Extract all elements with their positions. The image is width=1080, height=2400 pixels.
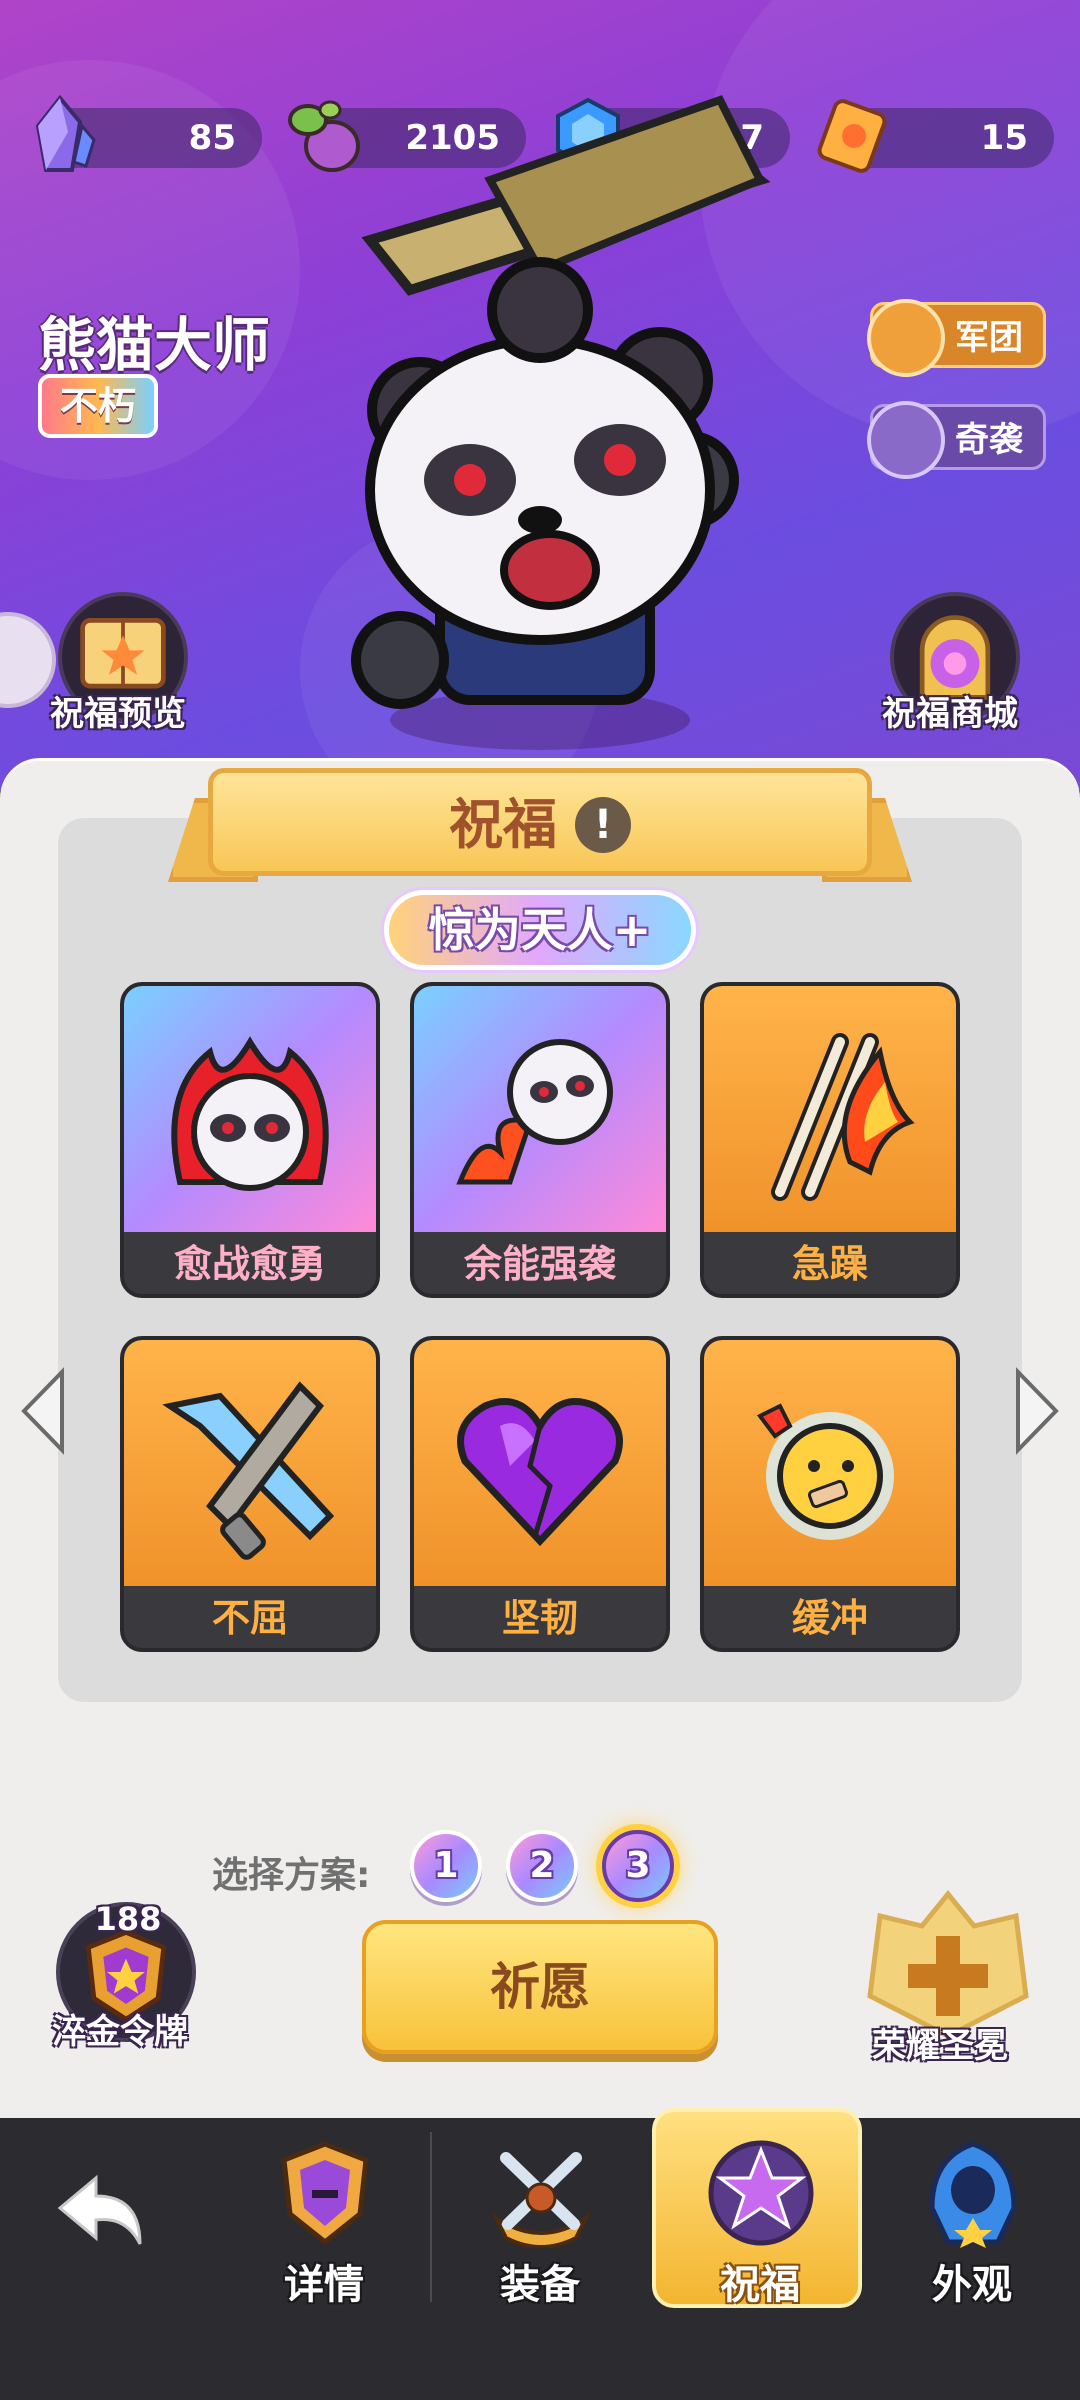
back-arrow-icon[interactable]: [52, 2172, 148, 2252]
next-arrow-icon[interactable]: [1012, 1366, 1062, 1456]
raid-button[interactable]: 奇袭: [867, 401, 1046, 479]
nav-label: 详情: [284, 2262, 364, 2308]
nav-item-appearance[interactable]: 外观: [872, 2132, 1072, 2332]
glory-crown-label: 荣耀圣冕: [872, 2026, 1008, 2066]
info-icon[interactable]: !: [575, 797, 631, 854]
pray-button[interactable]: 祈愿: [362, 1920, 718, 2054]
plan-option-3[interactable]: 3: [602, 1830, 674, 1902]
blessing-card[interactable]: 余能强袭: [410, 982, 670, 1298]
hero-name: 熊猫大师: [38, 311, 271, 379]
blessing-name: 不屈: [211, 1596, 288, 1640]
rank-label: 不朽: [59, 384, 136, 428]
nav-item-equipment[interactable]: 装备: [440, 2132, 640, 2332]
plan-option-1[interactable]: 1: [410, 1830, 482, 1902]
panda-dash-icon: [456, 1039, 613, 1185]
currency-value: 15: [980, 118, 1028, 158]
blessing-name: 急躁: [791, 1242, 868, 1286]
crystal-icon: [35, 94, 96, 172]
blessing-card[interactable]: 愈战愈勇: [120, 982, 380, 1298]
nav-label: 装备: [500, 2262, 580, 2308]
nav-divider: [430, 2132, 432, 2302]
currency-crystal[interactable]: 85: [35, 94, 262, 172]
hero-character: [351, 95, 771, 750]
currency-ticket[interactable]: 15: [817, 99, 1054, 173]
token-label: 淬金令牌: [52, 2012, 188, 2052]
plan-option-2[interactable]: 2: [506, 1830, 578, 1902]
blessing-card[interactable]: 急躁: [700, 982, 960, 1298]
blessing-set-badge[interactable]: 惊为天人+: [384, 890, 696, 970]
raging-panda-icon: [171, 1036, 329, 1191]
raid-label: 奇袭: [955, 420, 1023, 460]
currency-value: 85: [188, 118, 236, 158]
bandaged-face-icon: [756, 1403, 894, 1540]
crossed-swords-icon: [162, 1381, 335, 1560]
hooded-cloak-icon: [929, 2141, 1017, 2248]
blessing-set-name: 惊为天人+: [428, 903, 652, 957]
crossed-blades-icon: [490, 2152, 592, 2248]
legion-button[interactable]: 军团: [867, 299, 1046, 377]
token-count: 188: [94, 1900, 162, 1938]
blessing-card[interactable]: 不屈: [120, 1336, 380, 1652]
purple-heart-icon: [457, 1398, 623, 1547]
nav-item-details[interactable]: 详情: [224, 2132, 424, 2332]
blessing-card[interactable]: 缓冲: [700, 1336, 960, 1652]
blessing-name: 坚韧: [501, 1596, 578, 1640]
panel-title-ribbon: 祝福!: [168, 768, 912, 886]
raid-swirl-icon: [867, 401, 945, 479]
pray-label: 祈愿: [490, 1958, 590, 2016]
blessing-name: 愈战愈勇: [173, 1242, 326, 1286]
blessing-name: 缓冲: [791, 1596, 868, 1640]
blessing-shop-label: 祝福商城: [882, 694, 1018, 734]
legion-label: 军团: [955, 318, 1023, 358]
nav-item-blessing[interactable]: 祝福: [652, 2108, 862, 2308]
blessing-card[interactable]: 坚韧: [410, 1336, 670, 1652]
blessing-name: 余能强袭: [463, 1242, 616, 1286]
flaming-claw-icon: [771, 1033, 915, 1201]
blessing-preview-label: 祝福预览: [50, 694, 186, 734]
rank-badge: 不朽: [38, 374, 158, 438]
prev-arrow-icon[interactable]: [18, 1366, 68, 1456]
nav-label: 外观: [932, 2262, 1012, 2308]
ticket-icon: [817, 99, 887, 173]
legion-crown-icon: [867, 299, 945, 377]
star-badge-icon: [708, 2140, 814, 2246]
nav-label: 祝福: [720, 2262, 800, 2308]
helmet-icon: [281, 2141, 369, 2246]
panel-title: 祝福: [449, 793, 557, 857]
plan-label: 选择方案:: [212, 1855, 371, 1896]
